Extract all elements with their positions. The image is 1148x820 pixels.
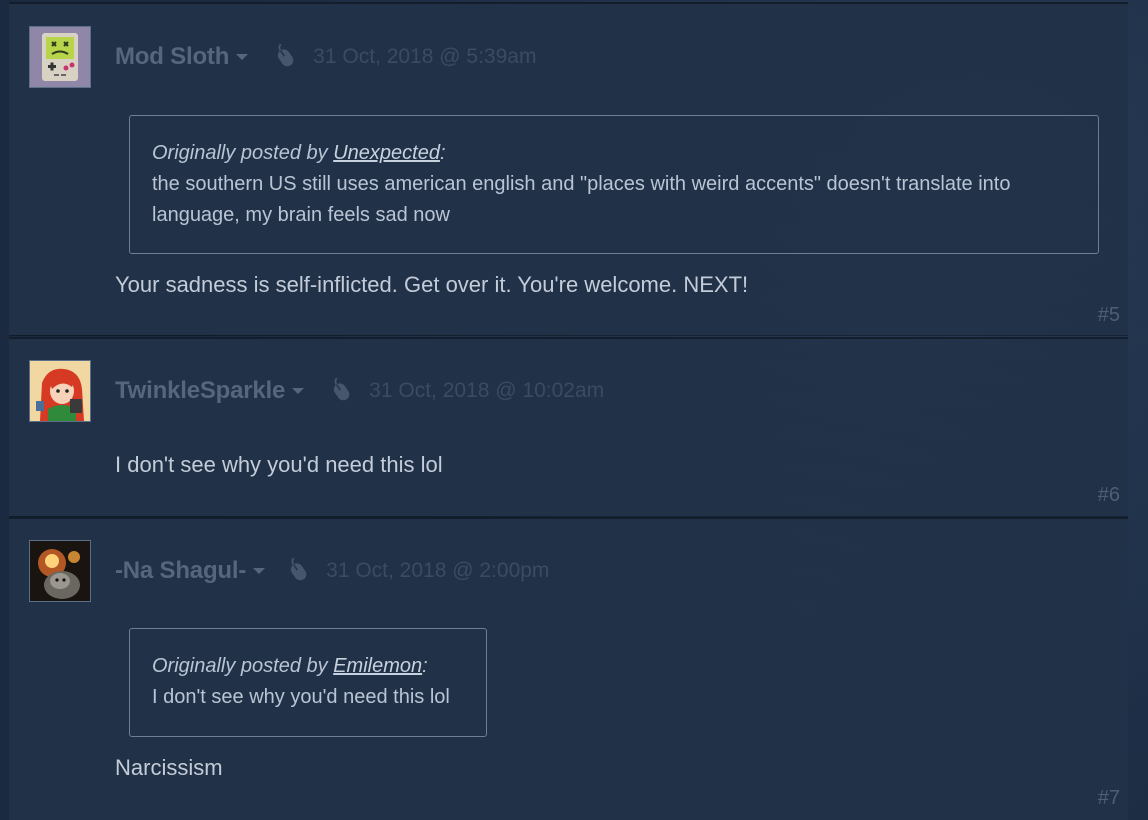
avatar[interactable] [29, 26, 91, 88]
gameboy-avatar-image [30, 27, 90, 87]
chevron-down-icon[interactable] [291, 386, 305, 396]
quote-suffix: : [439, 142, 446, 164]
post-timestamp[interactable]: 31 Oct, 2018 @ 10:02am [369, 379, 604, 403]
forum-post: Mod Sloth 31 Oct, 2018 @ 5:39am Original… [9, 2, 1128, 335]
quote-block: Originally posted by Emilemon: I don't s… [129, 628, 487, 737]
avatar[interactable] [29, 540, 91, 602]
forum-post: -Na Shagul- 31 Oct, 2018 @ 2:00pm Origin… [9, 517, 1128, 820]
quote-header: Originally posted by Emilemon: [152, 651, 464, 682]
mouse-icon [271, 44, 299, 70]
post-header: -Na Shagul- 31 Oct, 2018 @ 2:00pm [115, 556, 549, 586]
post-body: Narcissism [115, 755, 223, 780]
post-body: Your sadness is self-inflicted. Get over… [115, 272, 749, 297]
quote-prefix: Originally posted by [152, 142, 334, 164]
post-number[interactable]: #7 [1098, 787, 1120, 810]
quote-text-line: language, my brain feels sad now [152, 204, 450, 226]
avatar[interactable] [29, 360, 91, 422]
post-number[interactable]: #5 [1098, 304, 1120, 327]
quote-author-link[interactable]: Unexpected [333, 142, 440, 164]
quote-block: Originally posted by Unexpected: the sou… [129, 115, 1099, 254]
quote-text-line: the southern US still uses american engl… [152, 173, 1011, 195]
mouse-icon [284, 558, 312, 584]
quote-text-line: I don't see why you'd need this lol [152, 686, 450, 708]
character-avatar-image [30, 361, 90, 421]
forum-post: TwinkleSparkle 31 Oct, 2018 @ 10:02am I … [9, 337, 1128, 516]
quote-suffix: : [422, 655, 428, 677]
author-name[interactable]: Mod Sloth [115, 43, 229, 71]
quote-header: Originally posted by Unexpected: [152, 138, 1076, 169]
post-number[interactable]: #6 [1098, 484, 1120, 507]
fire-avatar-image [30, 541, 90, 601]
chevron-down-icon[interactable] [252, 566, 266, 576]
quote-author-link[interactable]: Emilemon [333, 655, 422, 677]
post-body: I don't see why you'd need this lol [115, 452, 443, 477]
chevron-down-icon[interactable] [235, 52, 249, 62]
post-timestamp[interactable]: 31 Oct, 2018 @ 2:00pm [326, 559, 549, 583]
mouse-icon [327, 378, 355, 404]
post-timestamp[interactable]: 31 Oct, 2018 @ 5:39am [313, 45, 536, 69]
quote-prefix: Originally posted by [152, 655, 334, 677]
author-name[interactable]: TwinkleSparkle [115, 377, 285, 405]
post-header: TwinkleSparkle 31 Oct, 2018 @ 10:02am [115, 376, 604, 406]
author-name[interactable]: -Na Shagul- [115, 557, 246, 585]
discussion-thread: Mod Sloth 31 Oct, 2018 @ 5:39am Original… [0, 0, 1148, 820]
post-header: Mod Sloth 31 Oct, 2018 @ 5:39am [115, 42, 536, 72]
